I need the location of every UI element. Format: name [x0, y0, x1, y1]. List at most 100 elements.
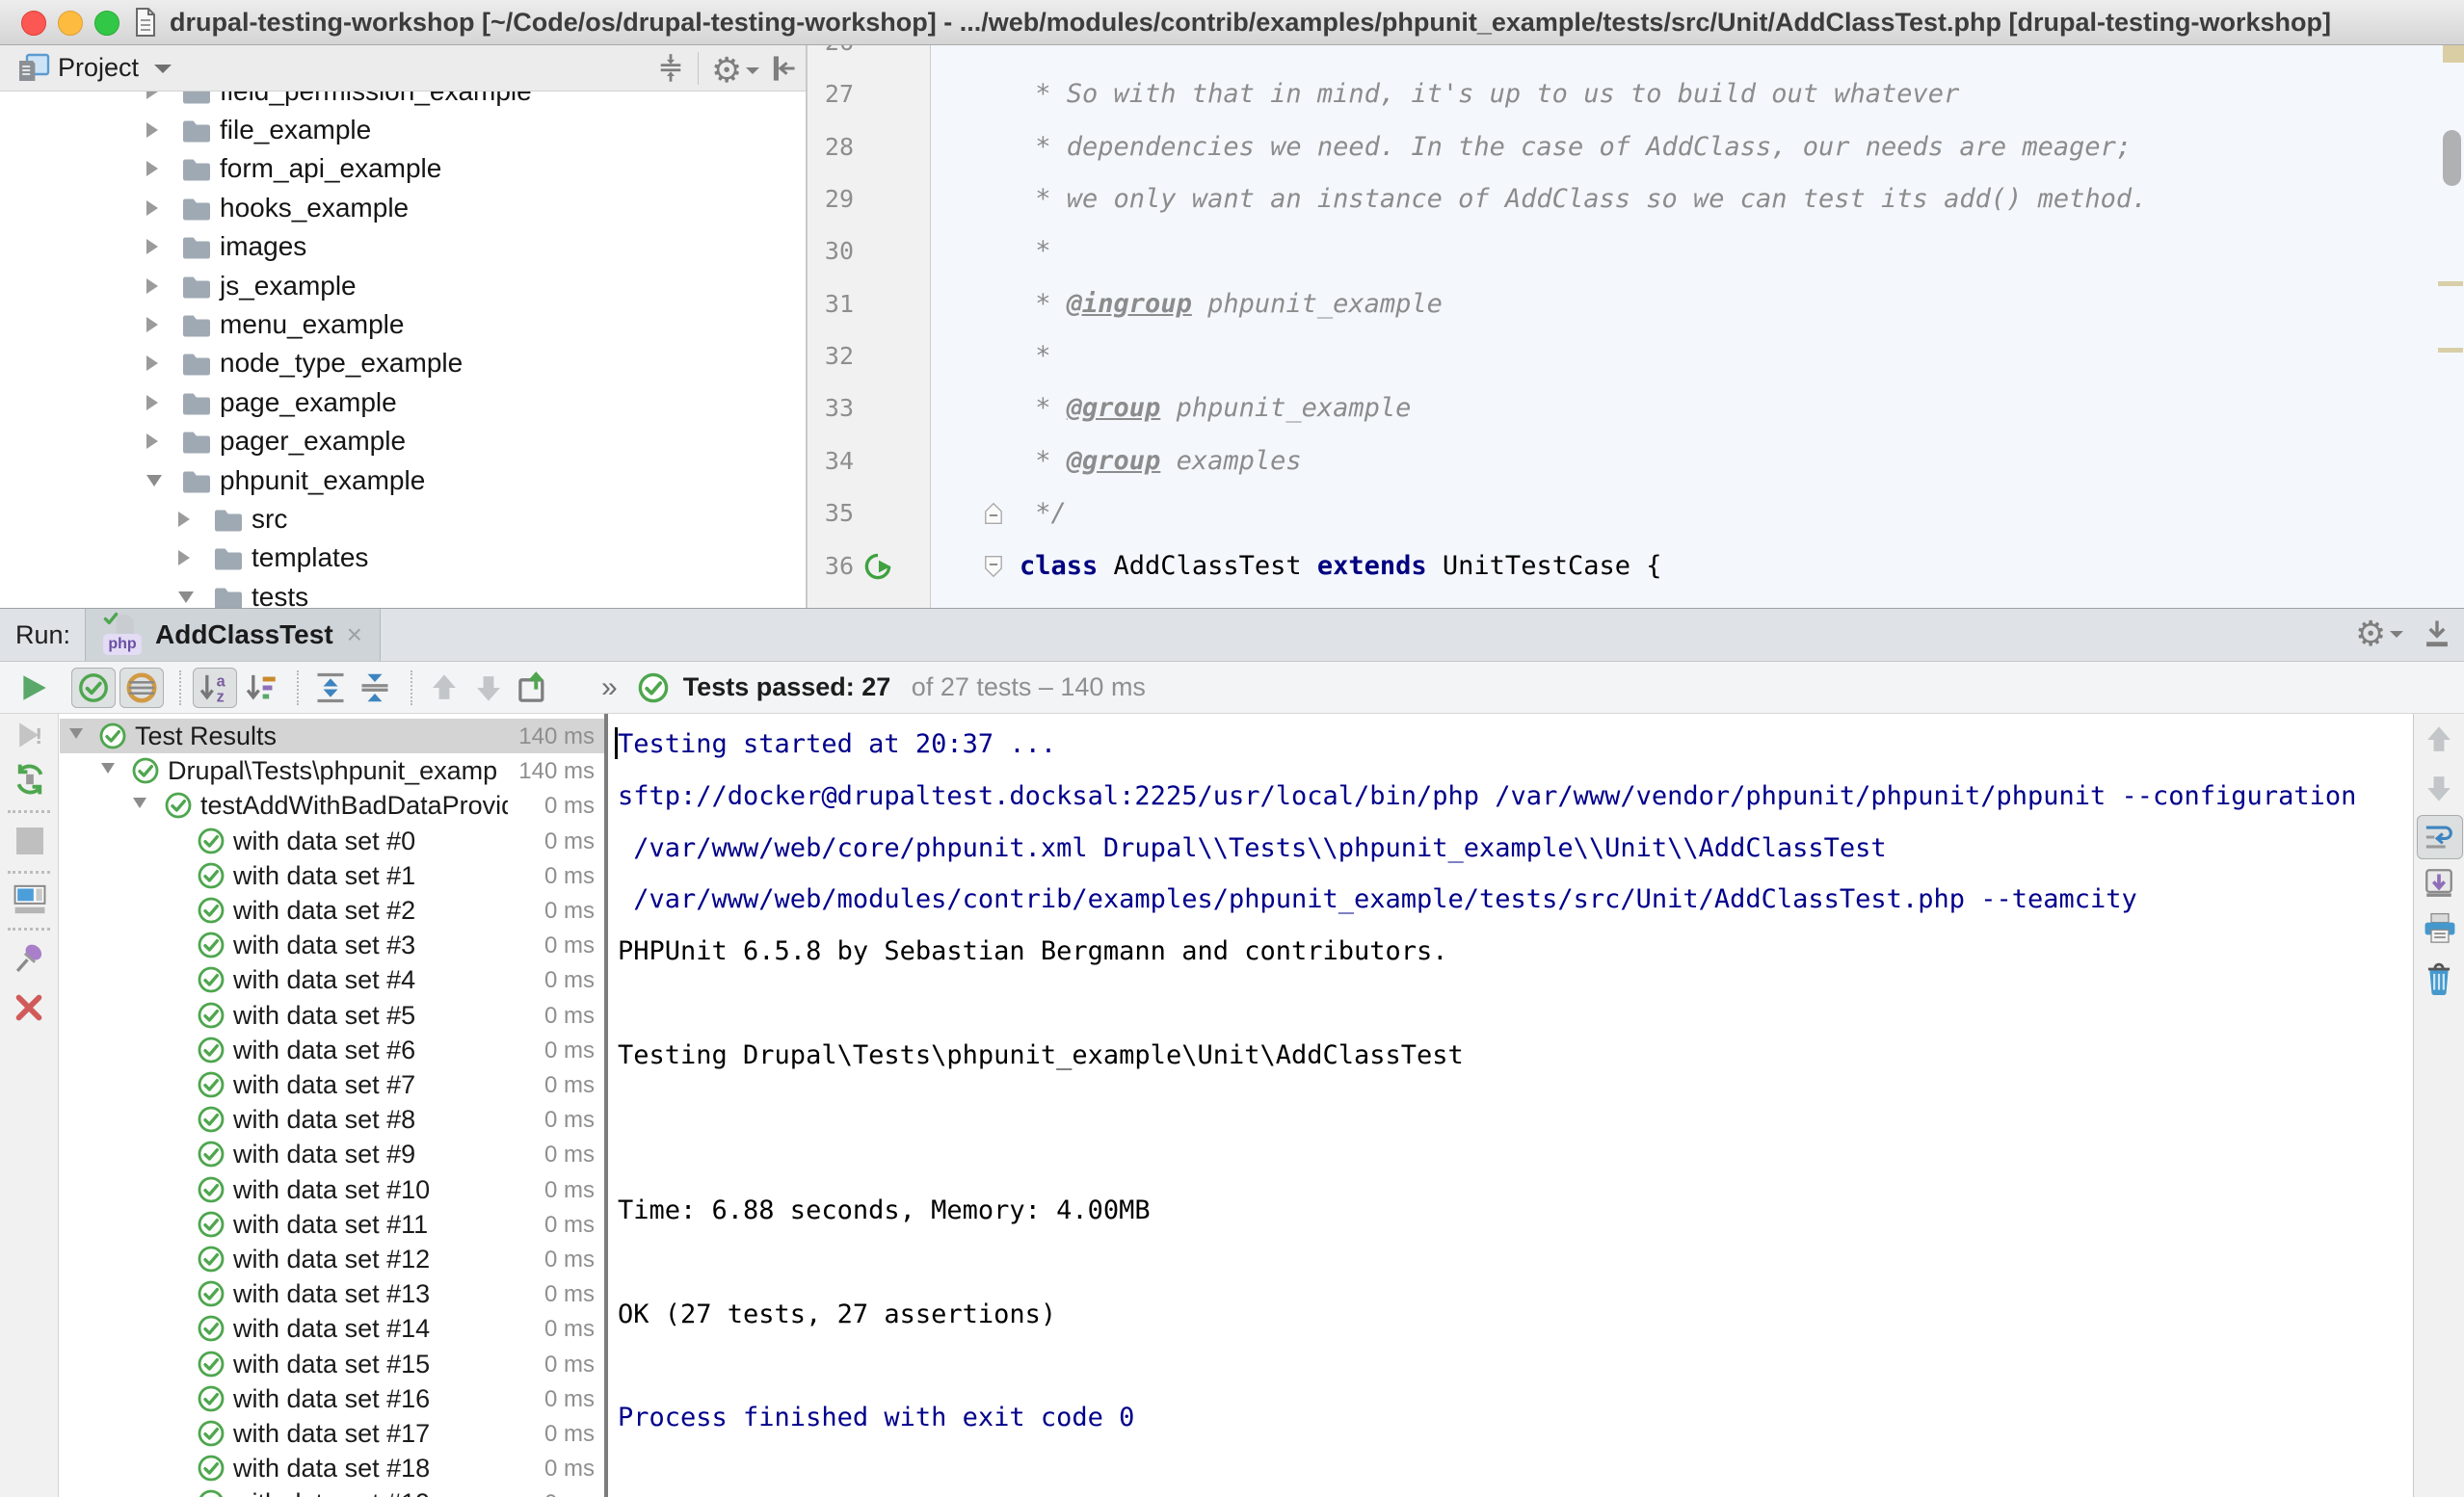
project-tool-window-icon[interactable]: [15, 53, 50, 84]
project-tree-item-form_api_example[interactable]: form_api_example: [0, 149, 806, 188]
test-tree-row[interactable]: with data set #160 ms: [60, 1381, 604, 1416]
expand-all-icon[interactable]: [310, 668, 351, 708]
previous-failed-test-icon[interactable]: [424, 668, 464, 708]
chevron-right-icon[interactable]: [146, 122, 158, 138]
test-tree-row[interactable]: with data set #80 ms: [60, 1102, 604, 1137]
project-dropdown-chevron-icon[interactable]: [154, 65, 172, 82]
chevron-right-icon[interactable]: [146, 200, 158, 216]
test-tree-row[interactable]: with data set #60 ms: [60, 1033, 604, 1067]
chevron-right-icon[interactable]: [178, 512, 190, 527]
folder-icon: [213, 585, 244, 608]
chevron-down-icon[interactable]: [69, 728, 83, 739]
test-tree-row[interactable]: with data set #150 ms: [60, 1347, 604, 1381]
chevron-right-icon[interactable]: [146, 317, 158, 332]
test-tree-row[interactable]: with data set #20 ms: [60, 893, 604, 928]
project-tree-item-templates[interactable]: templates: [0, 538, 806, 577]
project-tree-item-pager_example[interactable]: pager_example: [0, 422, 806, 460]
project-panel-title[interactable]: Project: [58, 45, 139, 91]
pin-tab-icon[interactable]: [13, 941, 47, 976]
chevron-down-icon[interactable]: [101, 763, 115, 774]
code-text: * we only want an instance of AddClass s…: [1020, 172, 2147, 225]
chevron-right-icon[interactable]: [146, 239, 158, 254]
hide-panel-icon[interactable]: [767, 53, 798, 84]
show-passed-toggle[interactable]: [71, 668, 116, 708]
test-tree-row[interactable]: testAddWithBadDataProvid(0 ms: [60, 788, 604, 823]
project-tree-item-js_example[interactable]: js_example: [0, 267, 806, 305]
project-tree-item-tests[interactable]: tests: [0, 578, 806, 608]
import-test-results-icon[interactable]: [513, 668, 553, 708]
rerun-icon[interactable]: [13, 668, 54, 708]
chevron-down-icon[interactable]: [133, 798, 146, 808]
test-tree-row[interactable]: Drupal\Tests\phpunit_examp140 ms: [60, 753, 604, 788]
chevron-down-icon[interactable]: [146, 475, 162, 486]
test-tree-row[interactable]: with data set #90 ms: [60, 1137, 604, 1171]
chevron-more-icon[interactable]: »: [601, 671, 618, 704]
show-ignored-toggle[interactable]: [119, 668, 164, 708]
test-tree-row[interactable]: with data set #10 ms: [60, 858, 604, 893]
test-tree-row[interactable]: with data set #140 ms: [60, 1311, 604, 1346]
folder-icon: [181, 118, 212, 144]
sort-by-duration-icon[interactable]: [241, 668, 281, 708]
project-tree-item-phpunit_example[interactable]: phpunit_example: [0, 461, 806, 500]
chevron-right-icon[interactable]: [178, 550, 190, 565]
chevron-down-icon[interactable]: [178, 591, 194, 603]
run-console[interactable]: Testing started at 20:37 ...sftp://docke…: [608, 714, 2413, 1497]
close-icon[interactable]: [13, 991, 45, 1024]
next-failed-test-icon[interactable]: [468, 668, 509, 708]
test-duration: 0 ms: [544, 1485, 595, 1497]
hide-tool-window-icon[interactable]: [2421, 618, 2453, 651]
collapse-all-icon[interactable]: [655, 53, 686, 84]
project-tree-item-src[interactable]: src: [0, 500, 806, 538]
run-tab-addclasstest[interactable]: php AddClassTest ×: [85, 609, 381, 661]
down-arrow-icon[interactable]: [2423, 772, 2455, 804]
test-tree-row[interactable]: with data set #30 ms: [60, 928, 604, 962]
project-tree-item-page_example[interactable]: page_example: [0, 383, 806, 422]
test-tree-row[interactable]: with data set #70 ms: [60, 1067, 604, 1102]
test-tree-row[interactable]: with data set #110 ms: [60, 1207, 604, 1242]
test-tree-row[interactable]: with data set #00 ms: [60, 824, 604, 858]
project-tree-item-file_example[interactable]: file_example: [0, 111, 806, 149]
sort-alphabetically-toggle[interactable]: az: [193, 668, 237, 708]
test-tree-row[interactable]: with data set #100 ms: [60, 1172, 604, 1207]
test-tree-row[interactable]: Test Results140 ms: [60, 719, 604, 753]
chevron-right-icon[interactable]: [146, 433, 158, 449]
stop-icon[interactable]: [16, 827, 43, 854]
project-tree-item-images[interactable]: images: [0, 227, 806, 266]
test-tree-row[interactable]: with data set #180 ms: [60, 1451, 604, 1485]
project-tree-item-hooks_example[interactable]: hooks_example: [0, 189, 806, 227]
rerun-icon[interactable]: [13, 762, 47, 797]
test-tree-row[interactable]: with data set #50 ms: [60, 998, 604, 1033]
test-tree-row[interactable]: with data set #130 ms: [60, 1276, 604, 1311]
print-icon[interactable]: [2423, 912, 2457, 945]
chevron-right-icon[interactable]: [146, 161, 158, 176]
project-tree-item-menu_example[interactable]: menu_example: [0, 305, 806, 344]
test-tree-row[interactable]: with data set #40 ms: [60, 962, 604, 997]
project-tree-item-field_permission_example[interactable]: field_permission_example: [0, 92, 806, 111]
chevron-right-icon[interactable]: [146, 355, 158, 371]
project-settings-gear-icon[interactable]: ⚙: [711, 53, 759, 88]
close-tab-icon[interactable]: ×: [347, 619, 362, 650]
test-tree-row[interactable]: with data set #120 ms: [60, 1242, 604, 1276]
editor[interactable]: 2627 * So with that in mind, it's up to …: [808, 45, 2464, 608]
test-tree-row[interactable]: with data set #170 ms: [60, 1416, 604, 1451]
line-number: 27: [808, 67, 854, 120]
clear-console-icon[interactable]: [2423, 960, 2455, 995]
collapse-all-icon[interactable]: [355, 668, 395, 708]
chevron-right-icon[interactable]: [146, 278, 158, 294]
fold-marker-icon[interactable]: [983, 554, 1004, 579]
scroll-to-end-icon[interactable]: [2423, 866, 2455, 899]
test-tree-row[interactable]: with data set #190 ms: [60, 1485, 604, 1497]
test-name: with data set #10: [233, 1172, 508, 1207]
soft-wrap-toggle[interactable]: [2417, 815, 2463, 859]
run-settings-gear-icon[interactable]: ⚙: [2355, 617, 2403, 651]
restore-layout-icon[interactable]: [13, 883, 47, 916]
chevron-right-icon[interactable]: [146, 92, 158, 99]
chevron-right-icon[interactable]: [146, 395, 158, 410]
rerun-failed-tests-icon[interactable]: !: [13, 718, 47, 752]
run-test-gutter-icon[interactable]: [863, 552, 892, 581]
folder-icon: [181, 390, 212, 416]
up-arrow-icon[interactable]: [2423, 723, 2455, 756]
editor-scrollbar-thumb[interactable]: [2443, 130, 2461, 186]
project-tree-item-node_type_example[interactable]: node_type_example: [0, 344, 806, 382]
fold-marker-icon[interactable]: [983, 501, 1004, 526]
